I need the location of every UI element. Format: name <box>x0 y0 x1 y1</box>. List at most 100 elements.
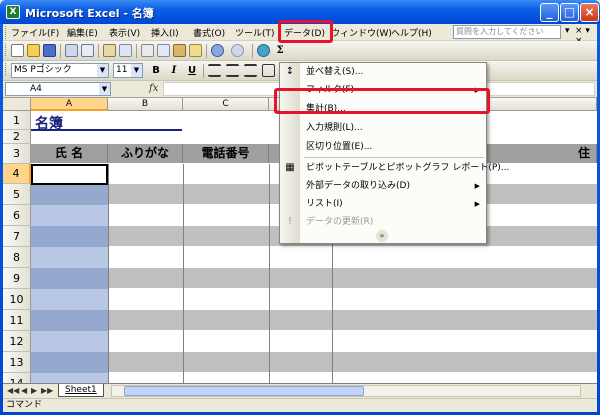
row-header[interactable]: 5 <box>3 184 31 205</box>
menu-insert[interactable]: 挿入(I) <box>151 26 179 39</box>
menu-item-pivot-table[interactable]: ピボットテーブルとピボットグラフ レポート(P)... <box>306 159 509 177</box>
undo-icon[interactable] <box>211 44 224 57</box>
column-header-c[interactable]: C <box>183 98 269 111</box>
spelling-icon[interactable] <box>103 44 116 57</box>
new-icon[interactable] <box>11 44 24 57</box>
row-header[interactable]: 3 <box>3 144 31 164</box>
last-sheet-button[interactable]: ▶▶ <box>41 386 53 395</box>
next-sheet-button[interactable]: ▶ <box>31 386 37 395</box>
menu-help[interactable]: ヘルプ(H) <box>391 26 432 39</box>
paste-icon[interactable] <box>173 44 186 57</box>
sheet-tab-sheet1[interactable]: Sheet1 <box>58 384 104 397</box>
menu-tools[interactable]: ツール(T) <box>235 26 275 39</box>
scrollbar-thumb[interactable] <box>124 386 364 396</box>
font-name-select[interactable]: MS Pゴシック ▼ <box>11 63 109 78</box>
hyperlink-icon[interactable] <box>257 44 270 57</box>
active-cell-a4[interactable] <box>31 164 108 185</box>
menu-item-validation[interactable]: 入力規則(L)... <box>306 119 486 137</box>
research-icon[interactable] <box>119 44 132 57</box>
separator <box>60 44 61 58</box>
italic-button[interactable]: I <box>167 64 181 78</box>
align-center-icon[interactable] <box>226 64 239 77</box>
header-cell-name[interactable]: 氏 名 <box>31 144 108 163</box>
menu-format[interactable]: 書式(O) <box>193 26 225 39</box>
fx-icon[interactable]: fx <box>149 83 158 94</box>
name-cell[interactable] <box>31 226 108 247</box>
table-row[interactable] <box>31 310 597 330</box>
close-button[interactable]: × <box>580 3 599 22</box>
name-box[interactable]: A4 ▼ <box>5 82 111 96</box>
align-right-icon[interactable] <box>244 64 257 77</box>
row-header[interactable]: 13 <box>3 352 31 373</box>
bold-button[interactable]: B <box>149 64 163 78</box>
toolbar-grip <box>5 26 8 39</box>
excel-window: X Microsoft Excel - 名簿 _ □ × ファイル(F) 編集(… <box>0 0 600 415</box>
column-header-a[interactable]: A <box>31 98 108 111</box>
row-header[interactable]: 8 <box>3 247 31 268</box>
menu-item-text-to-columns[interactable]: 区切り位置(E)... <box>306 138 486 156</box>
copy-icon[interactable] <box>157 44 170 57</box>
menu-item-external-data[interactable]: 外部データの取り込み(D) ▶ <box>306 177 486 195</box>
column-header-b[interactable]: B <box>108 98 183 111</box>
minimize-button[interactable]: _ <box>540 3 559 22</box>
first-sheet-button[interactable]: ◀◀ <box>7 386 19 395</box>
row-header[interactable]: 7 <box>3 226 31 247</box>
window-title: Microsoft Excel - 名簿 <box>25 7 154 20</box>
table-row[interactable] <box>31 352 597 372</box>
redo-icon[interactable] <box>231 44 244 57</box>
table-row[interactable] <box>31 268 597 288</box>
menu-edit[interactable]: 編集(E) <box>67 26 98 39</box>
excel-icon: X <box>6 5 20 19</box>
expand-menu-icon[interactable]: » <box>376 230 388 242</box>
row-header[interactable]: 1 <box>3 111 31 130</box>
merge-center-icon[interactable] <box>262 64 275 77</box>
standard-toolbar: Σ <box>3 41 597 61</box>
name-cell[interactable] <box>31 289 108 310</box>
name-cell[interactable] <box>31 268 108 289</box>
header-cell-phone[interactable]: 電話番号 <box>183 144 269 163</box>
font-size-select[interactable]: 11 ▼ <box>113 63 143 78</box>
name-cell[interactable] <box>31 310 108 331</box>
maximize-button[interactable]: □ <box>560 3 579 22</box>
name-cell[interactable] <box>31 247 108 268</box>
open-icon[interactable] <box>27 44 40 57</box>
gridline <box>183 164 184 383</box>
print-preview-icon[interactable] <box>81 44 94 57</box>
name-cell[interactable] <box>31 331 108 352</box>
underline-button[interactable]: U <box>185 64 199 78</box>
name-cell[interactable] <box>31 205 108 226</box>
row-header[interactable]: 11 <box>3 310 31 331</box>
autosum-icon[interactable]: Σ <box>273 44 287 58</box>
row-header[interactable]: 6 <box>3 205 31 226</box>
menu-item-list-label: リスト(I) <box>306 199 343 209</box>
align-left-icon[interactable] <box>208 64 221 77</box>
name-cell[interactable] <box>31 373 108 383</box>
row-header[interactable]: 12 <box>3 331 31 352</box>
header-cell-furigana[interactable]: ふりがな <box>108 144 183 163</box>
format-painter-icon[interactable] <box>189 44 202 57</box>
name-cell[interactable] <box>31 352 108 373</box>
row-header[interactable]: 4 <box>3 164 31 184</box>
menu-window[interactable]: ウィンドウ(W) <box>331 26 392 39</box>
row-header[interactable]: 10 <box>3 289 31 310</box>
cut-icon[interactable] <box>141 44 154 57</box>
row-header[interactable]: 2 <box>3 130 31 144</box>
row-header[interactable]: 14 <box>3 373 31 383</box>
prev-sheet-button[interactable]: ◀ <box>21 386 27 395</box>
menu-item-sort[interactable]: 並べ替え(S)... <box>306 63 486 81</box>
separator <box>98 44 99 58</box>
print-icon[interactable] <box>65 44 78 57</box>
name-cell[interactable] <box>31 184 108 205</box>
select-all-corner[interactable] <box>3 98 31 111</box>
horizontal-scrollbar[interactable] <box>111 385 581 397</box>
help-dropdown-arrow[interactable]: ▾ <box>565 26 570 36</box>
menu-item-list[interactable]: リスト(I) ▶ <box>306 195 486 213</box>
gridline <box>269 164 270 383</box>
row-header[interactable]: 9 <box>3 268 31 289</box>
help-search-input[interactable]: 質問を入力してください <box>453 25 561 39</box>
font-size-value: 11 <box>116 65 128 75</box>
data-menu-highlight <box>278 20 333 43</box>
menu-file[interactable]: ファイル(F) <box>11 26 59 39</box>
save-icon[interactable] <box>43 44 56 57</box>
menu-view[interactable]: 表示(V) <box>109 26 140 39</box>
